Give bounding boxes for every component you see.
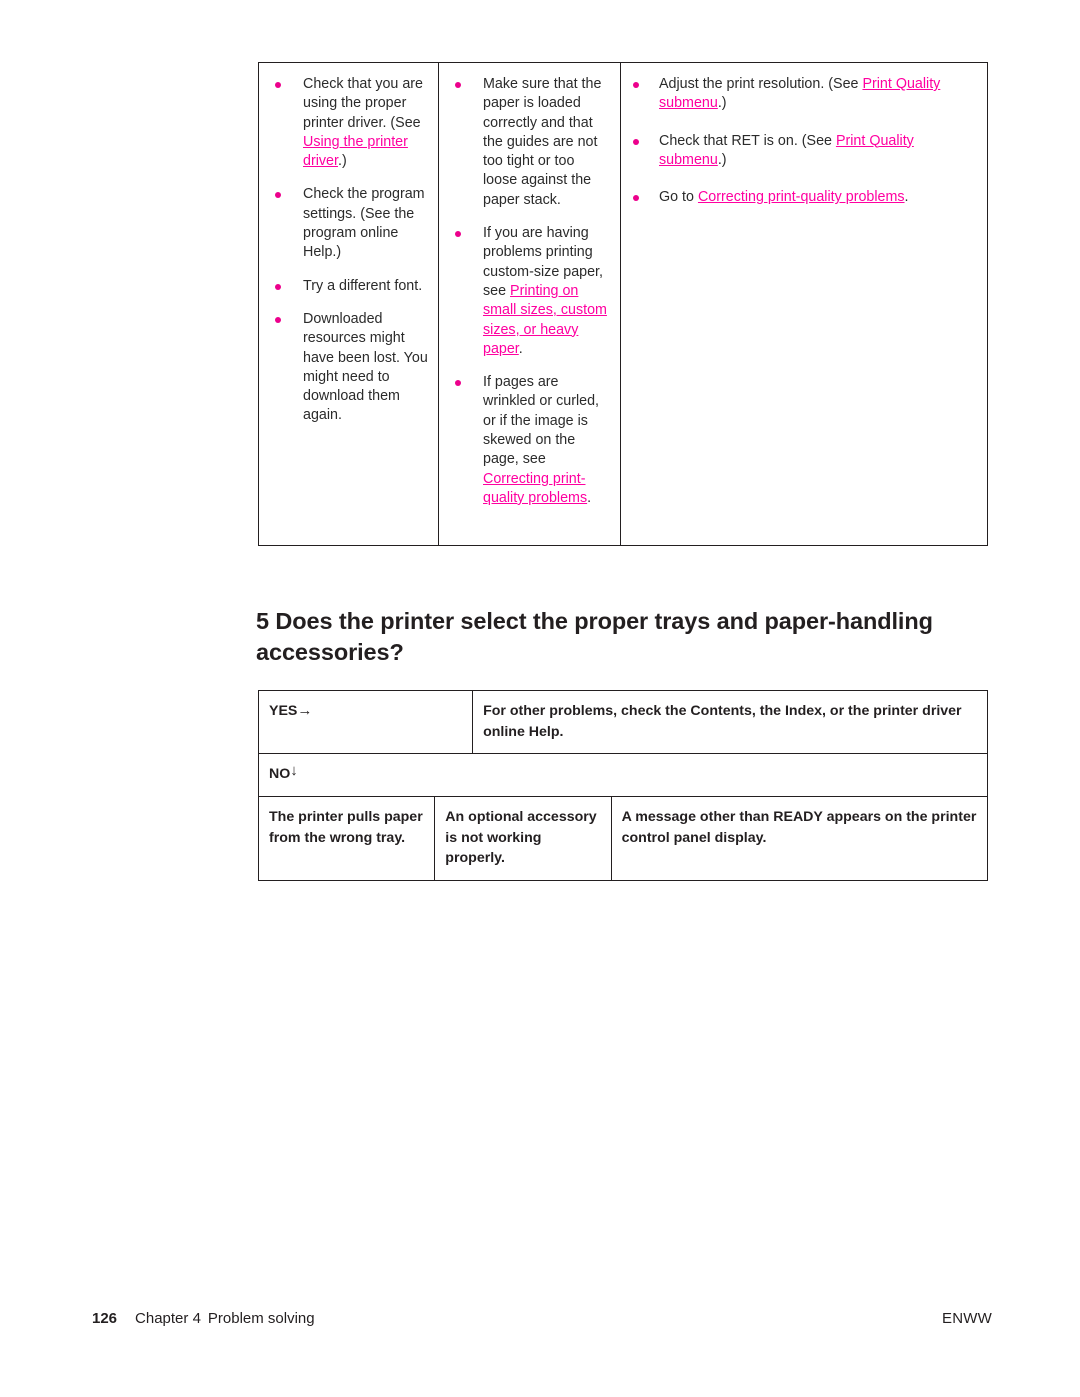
bullet-item: If pages are wrinkled or curled, or if t… (447, 373, 610, 508)
document-page: Check that you are using the proper prin… (0, 0, 1080, 1397)
decision-row-no: NO↓ (259, 754, 987, 797)
bullet-list-column-1: Check that you are using the proper prin… (267, 75, 428, 426)
branch-cell-1: The printer pulls paper from the wrong t… (259, 797, 436, 880)
bullet-item: If you are having problems printing cust… (447, 224, 610, 359)
bullet-text: .) (717, 151, 727, 168)
no-cell: NO↓ (259, 754, 987, 796)
bullet-text: Downloaded resources might have been los… (303, 310, 428, 424)
bullet-item: Check the program settings. (See the pro… (267, 185, 428, 262)
bullet-text: Adjust the print resolution. (See (659, 76, 863, 92)
branch-cell-3: A message other than READY appears on th… (621, 809, 977, 846)
right-arrow-icon: → (297, 702, 313, 719)
no-label: NO (269, 766, 291, 782)
bullet-text: . (518, 340, 523, 357)
bullet-text: . (904, 189, 909, 206)
bullet-text: Make sure that the paper is loaded corre… (483, 76, 602, 208)
bullet-text: Go to (659, 189, 698, 206)
decision-row-branches: The printer pulls paper from the wrong t… (259, 797, 987, 880)
bullet-item: Make sure that the paper is loaded corre… (447, 75, 610, 210)
bullet-text: Try a different font. (303, 277, 423, 294)
bullet-text: .) (337, 153, 347, 170)
bullet-item: Downloaded resources might have been los… (267, 310, 428, 426)
bullet-text: Check the program settings. (See the pro… (303, 186, 425, 261)
decision-table: YES→ For other problems, check the Conte… (258, 690, 988, 881)
bullet-text: .) (717, 95, 727, 112)
yes-answer-cell: For other problems, check the Contents, … (483, 703, 962, 740)
cross-reference-link[interactable]: Using the printer driver (303, 134, 408, 169)
table-column-3: Adjust the print resolution. (See Print … (621, 63, 987, 545)
table-column-2: Make sure that the paper is loaded corre… (439, 63, 621, 545)
yes-label: YES (269, 703, 298, 719)
bullet-item: Check that RET is on. (See Print Quality… (629, 132, 977, 171)
footer-chapter-title: Problem solving (207, 1310, 315, 1327)
bullet-text: Check that RET is on. (See (659, 132, 836, 149)
footer-chapter-number: Chapter 4 (135, 1310, 201, 1327)
bullet-text: . (587, 489, 592, 506)
bullet-text: If pages are wrinkled or curled, or if t… (483, 374, 600, 468)
footer-page-number: 126 (92, 1310, 118, 1327)
bullet-list-column-2: Make sure that the paper is loaded corre… (447, 75, 610, 508)
section-heading: 5 Does the printer select the proper tra… (256, 607, 933, 665)
bullet-text: Check that you are using the proper prin… (303, 76, 424, 131)
footer-chapter: Chapter 4 Problem solving (135, 1310, 315, 1327)
cross-reference-link[interactable]: Correcting print-quality problems (698, 189, 905, 205)
page-footer: 126 Chapter 4 Problem solving ENWW (92, 1310, 992, 1327)
bullet-item: Try a different font. (267, 277, 428, 296)
footer-locale: ENWW (942, 1310, 992, 1327)
cross-reference-link[interactable]: Correcting print-quality problems (483, 471, 587, 506)
bullet-list-column-3: Adjust the print resolution. (See Print … (629, 75, 977, 207)
yes-cell: YES→ (259, 691, 474, 753)
bullet-item: Adjust the print resolution. (See Print … (629, 75, 977, 114)
bullet-item: Go to Correcting print-quality problems. (629, 188, 977, 207)
troubleshooting-table: Check that you are using the proper prin… (258, 62, 988, 546)
table-column-1: Check that you are using the proper prin… (259, 63, 439, 545)
branch-cell-2: An optional accessory is not working pro… (435, 797, 612, 880)
down-arrow-icon: ↓ (290, 762, 298, 779)
decision-row-yes: YES→ For other problems, check the Conte… (259, 691, 987, 754)
bullet-item: Check that you are using the proper prin… (267, 75, 428, 171)
